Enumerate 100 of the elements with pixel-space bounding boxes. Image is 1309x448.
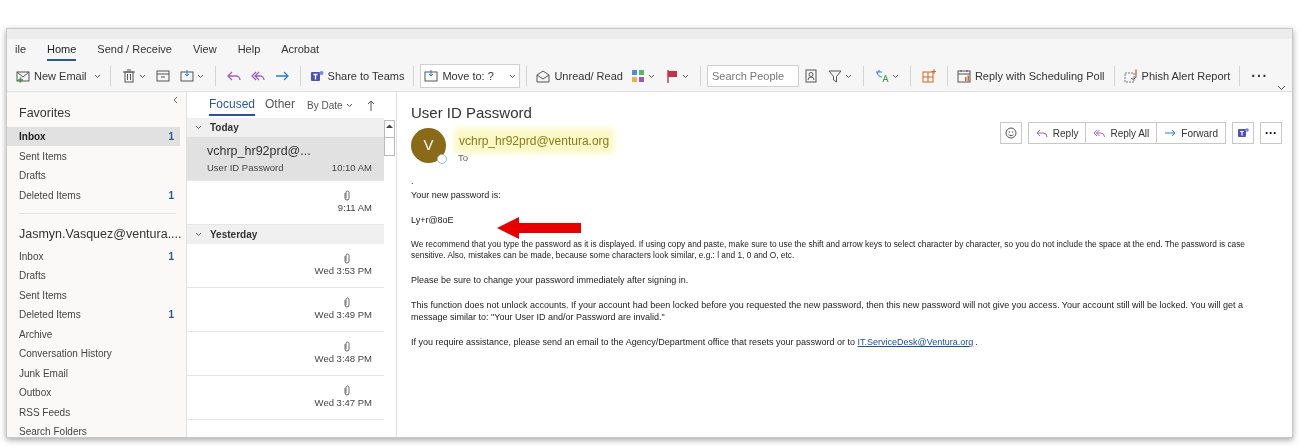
caret-icon[interactable] bbox=[509, 73, 517, 79]
folder-group-header[interactable]: Jasmyn.Vasquez@ventura.... bbox=[19, 221, 180, 247]
more-button[interactable]: ··· bbox=[1260, 122, 1282, 144]
folder-item[interactable]: Sent Items bbox=[7, 146, 180, 166]
message-time: Wed 3:53 PM bbox=[314, 263, 372, 278]
chevron-down-icon bbox=[195, 125, 202, 130]
ribbon-tab[interactable]: Home bbox=[47, 40, 77, 61]
caret-icon[interactable] bbox=[196, 73, 204, 79]
collapse-pane-icon[interactable] bbox=[173, 96, 178, 104]
folder-item[interactable]: RSS Feeds bbox=[7, 402, 180, 422]
reply-action-button[interactable]: Reply All bbox=[1085, 123, 1157, 143]
folder-name: Search Folders bbox=[19, 425, 88, 437]
group-label: Yesterday bbox=[210, 228, 258, 242]
caret-icon[interactable] bbox=[844, 73, 852, 79]
folder-name: Inbox bbox=[19, 249, 45, 264]
unread-count: 1 bbox=[168, 249, 174, 264]
folder-item[interactable]: Archive bbox=[7, 324, 180, 344]
reply-action-button[interactable]: Forward bbox=[1156, 123, 1225, 143]
message-time: 10:10 AM bbox=[331, 160, 372, 175]
sort-arrow-icon[interactable] bbox=[366, 99, 375, 111]
folder-name: Inbox bbox=[19, 130, 47, 144]
folder-item[interactable]: Drafts bbox=[7, 165, 180, 186]
open-envelope-icon bbox=[536, 69, 551, 83]
action-button[interactable] bbox=[999, 122, 1022, 144]
more-button[interactable]: ··· bbox=[1246, 65, 1274, 87]
message-time: 9:11 AM bbox=[337, 200, 372, 215]
scrollbar[interactable] bbox=[384, 120, 395, 156]
ribbon-button[interactable]: Phish Alert Report bbox=[1120, 64, 1234, 88]
ribbon-tab[interactable]: Help bbox=[237, 40, 261, 61]
filter-icon bbox=[827, 69, 842, 83]
message-sender: vchrp_hr92prd@... bbox=[207, 143, 312, 160]
ribbon-tab[interactable]: ile bbox=[15, 40, 26, 61]
ribbon-button[interactable]: Unread/ Read bbox=[533, 64, 626, 88]
list-tab[interactable]: Other bbox=[265, 94, 296, 116]
body-text: . bbox=[411, 175, 415, 188]
email-subject: User ID Password bbox=[411, 103, 533, 123]
caret-icon[interactable] bbox=[891, 73, 899, 79]
unread-count: 1 bbox=[168, 188, 174, 203]
avatar-initial: V bbox=[423, 135, 434, 156]
folder-item[interactable]: Sent Items bbox=[7, 285, 180, 305]
folder-name: Outbox bbox=[19, 386, 53, 401]
folder-item[interactable]: Inbox 1 bbox=[7, 246, 180, 266]
move-to-dropdown[interactable]: Move to: ? bbox=[420, 64, 521, 88]
folder-name: Drafts bbox=[19, 169, 47, 183]
folder-name: Sent Items bbox=[19, 149, 68, 164]
flag-icon bbox=[664, 69, 679, 83]
chevron-down-icon bbox=[195, 232, 202, 237]
archive-icon bbox=[155, 69, 170, 83]
caret-icon[interactable] bbox=[647, 73, 655, 79]
sender-address[interactable]: vchrp_hr92prd@ventura.org bbox=[458, 132, 611, 150]
ribbon-tab[interactable]: Acrobat bbox=[281, 40, 320, 61]
ribbon-tab[interactable]: Send / Receive bbox=[97, 40, 172, 61]
folder-item[interactable]: Conversation History bbox=[7, 344, 180, 364]
group-label: Today bbox=[210, 121, 239, 135]
folder-name: Deleted Items bbox=[19, 188, 82, 203]
folder-item[interactable]: Junk Email bbox=[7, 363, 180, 383]
reply-all-icon bbox=[250, 69, 265, 83]
ribbon-button[interactable]: Share to Teams bbox=[306, 64, 408, 88]
paperclip-icon bbox=[344, 340, 350, 352]
action-button[interactable] bbox=[1232, 122, 1254, 144]
unread-count: 1 bbox=[168, 130, 174, 144]
ribbon-button[interactable]: New Email bbox=[13, 64, 104, 88]
caret-icon[interactable] bbox=[138, 73, 146, 79]
folder-name: Sent Items bbox=[19, 288, 68, 303]
folder-item[interactable]: Search Folders bbox=[7, 422, 180, 437]
collapse-icon[interactable] bbox=[1277, 85, 1286, 91]
message-time: Wed 3:49 PM bbox=[314, 307, 372, 322]
body-text: This function does not unlock accounts. If your account had been locked before you requested the new password, then this new password will not give you access. Your account still will be locked. You will get a message similar to: "Your User ID and/or Password are invalid." bbox=[411, 299, 1244, 324]
folder-name: Junk Email bbox=[19, 366, 69, 381]
ribbon-tab[interactable]: View bbox=[192, 40, 217, 61]
paperclip-icon bbox=[344, 296, 350, 308]
folder-item[interactable]: Deleted Items 1 bbox=[7, 305, 180, 325]
reply-icon bbox=[226, 69, 241, 83]
group-header[interactable]: Today bbox=[187, 118, 384, 137]
reply-icon bbox=[1035, 127, 1048, 139]
teams-icon bbox=[309, 69, 324, 83]
forward-icon bbox=[274, 69, 289, 83]
body-text: Your new password is: bbox=[411, 189, 502, 202]
reply-all-icon bbox=[1093, 127, 1106, 139]
reply-action-button[interactable]: Reply bbox=[1028, 123, 1086, 143]
grid-plus-icon bbox=[921, 69, 936, 83]
group-header[interactable]: Yesterday bbox=[187, 225, 384, 244]
folder-item[interactable]: Inbox 1 bbox=[7, 126, 180, 147]
email-link[interactable]: IT.ServiceDesk@Ventura.org bbox=[857, 337, 974, 348]
list-tab[interactable]: Focused bbox=[209, 94, 256, 116]
folder-item[interactable]: Outbox bbox=[7, 383, 180, 403]
folder-group-header[interactable]: Favorites bbox=[19, 92, 180, 127]
scroll-up-icon[interactable] bbox=[385, 123, 394, 129]
paperclip-icon bbox=[344, 384, 350, 396]
folder-item[interactable]: Drafts bbox=[7, 266, 180, 286]
password-text: Ly+r@8oE bbox=[411, 214, 455, 227]
ribbon-button[interactable]: Reply with Scheduling Poll bbox=[953, 64, 1108, 88]
caret-icon[interactable] bbox=[93, 73, 101, 79]
folder-item[interactable]: Deleted Items 1 bbox=[7, 185, 180, 205]
message-item[interactable]: vchrp_hr92prd@... User ID Password 10:10 AM bbox=[187, 137, 384, 181]
sort-dropdown[interactable]: By Date bbox=[307, 97, 353, 113]
caret-icon[interactable] bbox=[681, 73, 689, 79]
search-field[interactable]: Search People bbox=[706, 65, 799, 87]
caret-icon[interactable] bbox=[345, 102, 353, 108]
smiley-icon bbox=[1004, 127, 1017, 139]
